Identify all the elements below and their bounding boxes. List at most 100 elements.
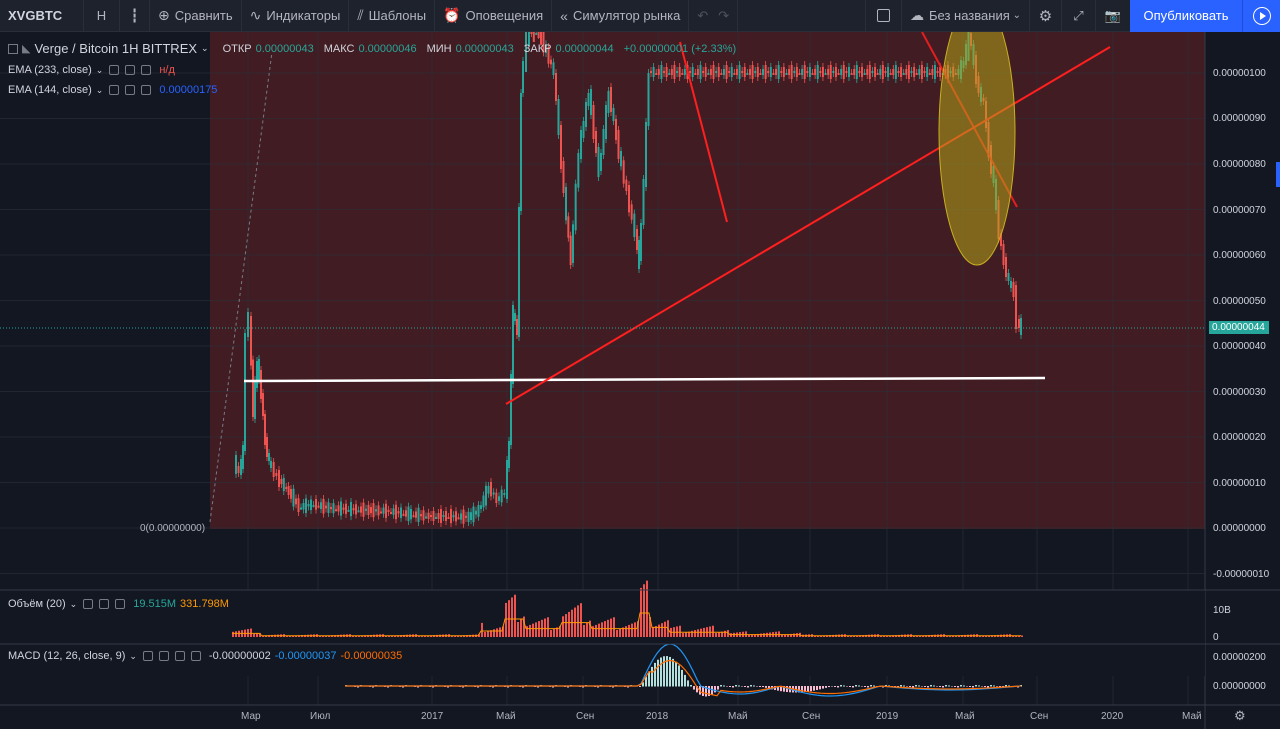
fullscreen-button[interactable]: ⤢ (1062, 0, 1096, 32)
eye-icon[interactable] (83, 599, 94, 609)
chevron-down-icon[interactable]: ⌄ (96, 85, 104, 96)
candle-body (678, 67, 681, 77)
macd-bar (855, 685, 857, 687)
candle-body (475, 510, 477, 515)
candle-body (457, 517, 460, 520)
candle-body (377, 505, 380, 516)
symbol-title[interactable]: Verge / Bitcoin 1H BITTREX (34, 41, 197, 56)
macd-axis-tick: 0.00000200 (1213, 652, 1266, 663)
interval-button[interactable]: H (84, 0, 120, 32)
volume-bar (619, 628, 621, 637)
candle-body (905, 69, 908, 75)
volume-bar (700, 628, 702, 637)
candle-body (420, 514, 422, 517)
candle-body (442, 515, 445, 517)
volume-bar (625, 626, 627, 637)
candle-body (683, 69, 686, 75)
candle-body (879, 69, 882, 75)
volume-legend[interactable]: Объём (20) ⌄ 19.515M 331.798M (8, 598, 229, 610)
compare-button[interactable]: ⊕ Сравнить (150, 0, 242, 32)
candle-body (340, 501, 342, 516)
axis-scroll-marker (1276, 162, 1280, 187)
candle-body (894, 65, 897, 79)
close-icon[interactable] (141, 85, 152, 95)
candle-body (756, 67, 759, 77)
eye-icon[interactable] (142, 651, 153, 661)
candle-body (518, 207, 520, 337)
candle-body (615, 119, 617, 140)
candle-body (520, 93, 522, 211)
gear-icon[interactable] (125, 85, 136, 95)
candle-body (892, 69, 895, 75)
eye-icon[interactable] (109, 85, 120, 95)
candle-body (530, 32, 533, 34)
gear-icon[interactable] (125, 65, 136, 75)
candle-body (435, 517, 437, 519)
chart-type-button[interactable]: ┇ (120, 0, 150, 32)
candle-body (780, 71, 783, 73)
layout-name-button[interactable]: ☁ Без названия ⌄ (902, 0, 1030, 32)
volume-bar (496, 628, 498, 637)
compare-label: Сравнить (174, 8, 233, 23)
ema144-legend[interactable]: EMA (144, close) ⌄ 0.00000175 (8, 84, 217, 96)
collapse-icon[interactable] (8, 43, 18, 54)
macd-bar (759, 686, 761, 687)
main-chart[interactable] (0, 32, 1280, 729)
undo-icon[interactable]: ↶ (697, 8, 708, 24)
candle-body (480, 505, 482, 509)
candle-body (668, 73, 671, 75)
candle-body (447, 517, 450, 519)
close-icon[interactable] (141, 65, 152, 75)
macd-bar (714, 686, 716, 693)
candle-body (516, 319, 518, 335)
chevron-down-icon[interactable]: ⌄ (129, 651, 137, 662)
volume-bar (685, 632, 687, 637)
candle-body (360, 506, 362, 513)
candle-body (462, 509, 465, 524)
candle-body (395, 504, 397, 520)
macd-bar (1005, 685, 1007, 687)
symbol-search-button[interactable]: XVGBTC (0, 0, 84, 32)
candle-body (622, 160, 625, 184)
redo-icon[interactable]: ↷ (718, 8, 729, 24)
chart-settings-gear-icon[interactable]: ⚙ (1234, 708, 1246, 724)
plus-circle-icon: ⊕ (158, 7, 170, 23)
indicators-button[interactable]: ∿ Индикаторы (242, 0, 350, 32)
snapshot-button[interactable]: 📷 (1096, 0, 1130, 32)
close-icon[interactable] (190, 651, 201, 661)
candle-body (738, 65, 741, 79)
gear-icon[interactable] (158, 651, 169, 661)
square-icon (877, 9, 890, 22)
macd-bar (660, 657, 662, 687)
templates-button[interactable]: ⫽ Шаблоны (349, 0, 436, 32)
candle-body (704, 67, 707, 77)
candle-body (620, 151, 622, 167)
price-tick: 0.00000040 (1213, 341, 1266, 352)
replay-button[interactable]: « Симулятор рынка (552, 0, 690, 32)
candle-body (450, 509, 452, 524)
play-button[interactable] (1242, 0, 1280, 32)
ema233-label: EMA (233, close) (8, 64, 92, 76)
eye-icon[interactable] (109, 65, 120, 75)
settings-button[interactable]: ⚙ (1030, 0, 1062, 32)
chevron-down-icon[interactable]: ⌄ (70, 599, 78, 610)
candle-body (735, 69, 738, 75)
macd-bar (822, 686, 824, 689)
macd-legend[interactable]: MACD (12, 26, close, 9) ⌄ -0.00000002 -0… (8, 650, 402, 662)
macd-bar (813, 686, 815, 691)
fullscreen-layout-button[interactable] (866, 0, 902, 32)
chevron-down-icon[interactable]: ⌄ (201, 43, 209, 54)
price-tick: 0.00000090 (1213, 113, 1266, 124)
close-icon[interactable] (115, 599, 126, 609)
candle-body (574, 183, 577, 231)
chevron-down-icon[interactable]: ⌄ (96, 65, 104, 76)
publish-button[interactable]: Опубликовать (1130, 0, 1242, 32)
candle-body (560, 125, 562, 169)
source-icon[interactable] (174, 651, 185, 661)
alerts-button[interactable]: ⏰ Оповещения (435, 0, 553, 32)
candle-body (775, 69, 778, 75)
gear-icon[interactable] (99, 599, 110, 609)
ema233-legend[interactable]: EMA (233, close) ⌄ н/д (8, 64, 175, 76)
price-tick: 0.00000020 (1213, 432, 1266, 443)
candle-body (712, 65, 715, 79)
